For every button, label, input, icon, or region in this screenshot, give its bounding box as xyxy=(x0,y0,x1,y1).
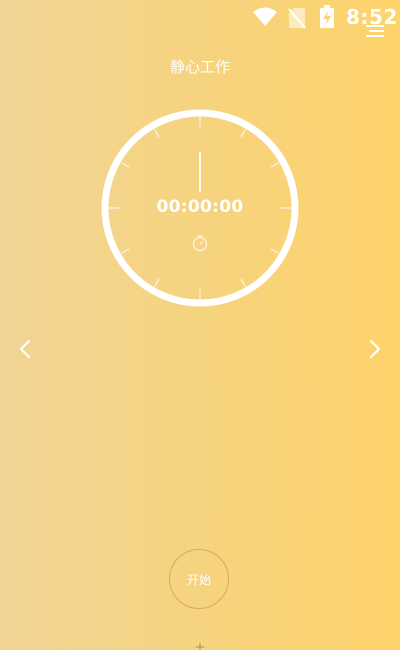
stopwatch-icon xyxy=(192,235,208,252)
focus-timer-screen: 8:52 静心工作 00:00:00 开始 xyxy=(0,0,400,650)
start-button-label: 开始 xyxy=(186,572,211,587)
page-title: 静心工作 xyxy=(169,58,230,76)
status-bar: 8:52 xyxy=(0,0,400,38)
battery-charging-icon xyxy=(320,5,334,28)
chevron-left-icon[interactable] xyxy=(14,337,38,361)
wifi-icon xyxy=(253,7,277,26)
chevron-right-icon[interactable] xyxy=(362,337,386,361)
timer-display: 00:00:00 xyxy=(156,197,244,217)
menu-icon[interactable] xyxy=(366,24,384,38)
no-sim-icon xyxy=(288,8,306,29)
bottom-indicator-icon xyxy=(196,643,204,650)
start-button[interactable]: 开始 xyxy=(169,549,229,609)
